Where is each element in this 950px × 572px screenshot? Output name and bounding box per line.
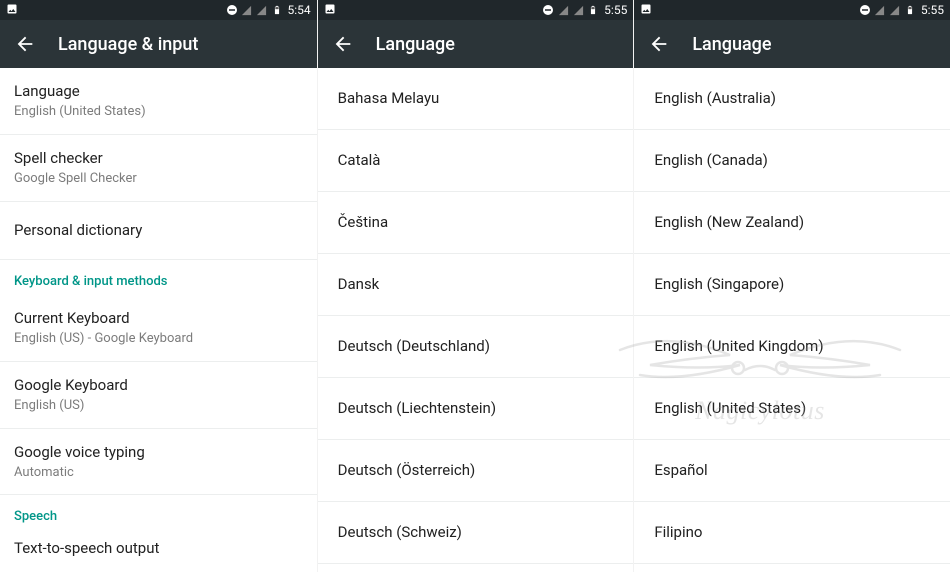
list-item[interactable]: English (United Kingdom) bbox=[634, 316, 950, 378]
list-item[interactable]: English (Australia) bbox=[634, 68, 950, 130]
list-item[interactable]: Català bbox=[318, 130, 634, 192]
list-item-subtitle: English (US) - Google Keyboard bbox=[14, 331, 303, 348]
list-item-title: Català bbox=[338, 150, 614, 171]
signal-icon bbox=[557, 4, 569, 16]
statusbar: 5:55 bbox=[318, 0, 634, 20]
list-item[interactable]: Filipino bbox=[634, 502, 950, 564]
back-button[interactable] bbox=[648, 33, 670, 55]
list-item-title: Deutsch (Liechtenstein) bbox=[338, 398, 614, 419]
list-item[interactable]: Bahasa Melayu bbox=[318, 68, 634, 130]
list-item-title: Current Keyboard bbox=[14, 308, 303, 329]
list-item[interactable]: Deutsch (Schweiz) bbox=[318, 502, 634, 564]
list-item-title: Text-to-speech output bbox=[14, 538, 303, 559]
screen-language-input: 5:54 Language & input Language English (… bbox=[0, 0, 317, 572]
appbar-title: Language & input bbox=[58, 34, 198, 55]
list-item-title: Español bbox=[654, 460, 930, 481]
signal-icon bbox=[241, 4, 253, 16]
appbar-title: Language bbox=[376, 34, 455, 55]
list-item-title: English (Australia) bbox=[654, 88, 930, 109]
section-header-speech: Speech bbox=[0, 495, 317, 530]
list-item-title: Bahasa Melayu bbox=[338, 88, 614, 109]
dnd-icon bbox=[226, 4, 238, 16]
list-item-title: Čeština bbox=[338, 212, 614, 233]
list-item-title: Spell checker bbox=[14, 148, 303, 169]
list-item[interactable]: Deutsch (Österreich) bbox=[318, 440, 634, 502]
screen-language-list-1: 5:55 Language Bahasa Melayu Català Češti… bbox=[317, 0, 634, 572]
list-item-subtitle: Automatic bbox=[14, 465, 303, 482]
list-item-voice-typing[interactable]: Google voice typing Automatic bbox=[0, 429, 317, 496]
appbar: Language bbox=[318, 20, 634, 68]
list-item-subtitle: English (US) bbox=[14, 398, 303, 415]
appbar-title: Language bbox=[692, 34, 771, 55]
list-item[interactable]: English (New Zealand) bbox=[634, 192, 950, 254]
dnd-icon bbox=[859, 4, 871, 16]
section-header-keyboard: Keyboard & input methods bbox=[0, 260, 317, 295]
statusbar: 5:54 bbox=[0, 0, 317, 20]
list-item[interactable]: Dansk bbox=[318, 254, 634, 316]
list-item-title: English (Canada) bbox=[654, 150, 930, 171]
list-item[interactable]: Čeština bbox=[318, 192, 634, 254]
list-item[interactable]: English (Australia) bbox=[318, 564, 634, 572]
list-item[interactable]: English (Singapore) bbox=[634, 254, 950, 316]
list-item-subtitle: Google Spell Checker bbox=[14, 171, 303, 188]
status-time: 5:55 bbox=[919, 3, 946, 17]
list-item[interactable]: Español bbox=[634, 440, 950, 502]
list-item-title: English (Singapore) bbox=[654, 274, 930, 295]
list-item-title: Google voice typing bbox=[14, 442, 303, 463]
list-item-spellchecker[interactable]: Spell checker Google Spell Checker bbox=[0, 135, 317, 202]
status-time: 5:54 bbox=[286, 3, 313, 17]
list-item[interactable]: Français (Belgique) bbox=[634, 564, 950, 572]
signal-icon-2 bbox=[572, 4, 584, 16]
list-item-title: English (United States) bbox=[654, 398, 930, 419]
list-item-subtitle: English (United States) bbox=[14, 104, 303, 121]
list-item-title: English (United Kingdom) bbox=[654, 336, 930, 357]
list-item-personal-dictionary[interactable]: Personal dictionary bbox=[0, 202, 317, 260]
list-item-title: Deutsch (Deutschland) bbox=[338, 336, 614, 357]
list-item-title: Deutsch (Österreich) bbox=[338, 460, 614, 481]
screen-language-list-2: 5:55 Language English (Australia) Englis… bbox=[633, 0, 950, 572]
signal-icon-2 bbox=[256, 4, 268, 16]
image-icon bbox=[324, 3, 336, 15]
list-item[interactable]: Deutsch (Deutschland) bbox=[318, 316, 634, 378]
list-item-title: Language bbox=[14, 81, 303, 102]
statusbar: 5:55 bbox=[634, 0, 950, 20]
list-item-tts[interactable]: Text-to-speech output bbox=[0, 530, 317, 572]
signal-icon-2 bbox=[889, 4, 901, 16]
image-icon bbox=[640, 3, 652, 15]
battery-icon bbox=[587, 4, 599, 16]
list-item[interactable]: English (Canada) bbox=[634, 130, 950, 192]
appbar: Language & input bbox=[0, 20, 317, 68]
back-button[interactable] bbox=[332, 33, 354, 55]
appbar: Language bbox=[634, 20, 950, 68]
list-item-title: Filipino bbox=[654, 522, 930, 543]
list-item-title: Deutsch (Schweiz) bbox=[338, 522, 614, 543]
list-item-title: Personal dictionary bbox=[14, 220, 303, 241]
list-item-language[interactable]: Language English (United States) bbox=[0, 68, 317, 135]
language-list[interactable]: Bahasa Melayu Català Čeština Dansk Deuts… bbox=[318, 68, 634, 572]
back-button[interactable] bbox=[14, 33, 36, 55]
dnd-icon bbox=[542, 4, 554, 16]
list-item-current-keyboard[interactable]: Current Keyboard English (US) - Google K… bbox=[0, 295, 317, 361]
list-item-title: English (New Zealand) bbox=[654, 212, 930, 233]
list-item-title: Google Keyboard bbox=[14, 375, 303, 396]
signal-icon bbox=[874, 4, 886, 16]
language-list[interactable]: English (Australia) English (Canada) Eng… bbox=[634, 68, 950, 572]
list-item[interactable]: Deutsch (Liechtenstein) bbox=[318, 378, 634, 440]
settings-list[interactable]: Language English (United States) Spell c… bbox=[0, 68, 317, 572]
image-icon bbox=[6, 3, 18, 15]
list-item-google-keyboard[interactable]: Google Keyboard English (US) bbox=[0, 361, 317, 429]
list-item[interactable]: English (United States) bbox=[634, 378, 950, 440]
status-time: 5:55 bbox=[602, 3, 629, 17]
list-item-title: Dansk bbox=[338, 274, 614, 295]
battery-icon bbox=[904, 4, 916, 16]
battery-icon bbox=[271, 4, 283, 16]
